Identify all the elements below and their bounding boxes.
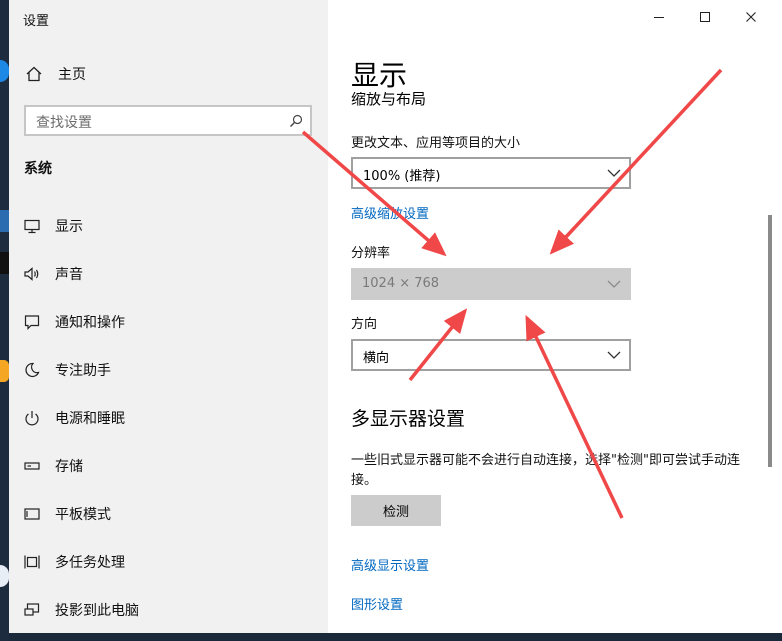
resolution-dropdown[interactable]: 1024 × 768 xyxy=(351,268,631,300)
sidebar-item-power-sleep[interactable]: 电源和睡眠 xyxy=(23,394,139,442)
sidebar-item-label: 多任务处理 xyxy=(55,555,125,571)
scale-value: 100% (推荐) xyxy=(363,169,441,184)
sidebar-item-label: 显示 xyxy=(55,219,83,235)
sidebar-item-label: 主页 xyxy=(58,67,86,83)
minimize-button[interactable] xyxy=(647,6,671,28)
detect-button[interactable]: 检测 xyxy=(351,495,441,526)
multitask-icon xyxy=(23,553,41,571)
search-input[interactable]: 查找设置 xyxy=(24,105,312,136)
sidebar-item-label: 存储 xyxy=(55,459,83,475)
orientation-label: 方向 xyxy=(351,317,378,332)
chevron-down-icon xyxy=(607,169,621,177)
desktop-app-icon xyxy=(0,60,9,82)
sidebar-item-project-to-pc[interactable]: 投影到此电脑 xyxy=(23,586,139,634)
sidebar-item-label: 通知和操作 xyxy=(55,315,125,331)
sidebar-item-label: 电源和睡眠 xyxy=(55,411,125,427)
multi-display-heading: 多显示器设置 xyxy=(351,408,466,430)
orientation-value: 横向 xyxy=(363,351,390,366)
scale-layout-heading-clipped: 缩放与布局 xyxy=(351,92,551,106)
storage-icon xyxy=(23,457,41,475)
search-placeholder: 查找设置 xyxy=(36,115,92,131)
sidebar-item-label: 平板模式 xyxy=(55,507,111,523)
sidebar-item-label: 声音 xyxy=(55,267,83,283)
scale-label: 更改文本、应用等项目的大小 xyxy=(351,136,521,151)
project-icon xyxy=(23,601,41,619)
resolution-value: 1024 × 768 xyxy=(362,276,440,291)
sidebar-item-display[interactable]: 显示 xyxy=(23,202,139,250)
sidebar-item-label: 专注助手 xyxy=(55,363,111,379)
sidebar-item-focus-assist[interactable]: 专注助手 xyxy=(23,346,139,394)
graphics-settings-link[interactable]: 图形设置 xyxy=(351,594,403,613)
tablet-icon xyxy=(23,505,41,523)
sidebar-item-notifications[interactable]: 通知和操作 xyxy=(23,298,139,346)
sidebar-item-sound[interactable]: 声音 xyxy=(23,250,139,298)
sidebar-nav-list: 显示 声音 通知和操作 专注助手 电源和睡眠 存储 平板模式 多任务处理 投影到… xyxy=(23,202,139,634)
advanced-display-link[interactable]: 高级显示设置 xyxy=(351,555,429,574)
advanced-scaling-link[interactable]: 高级缩放设置 xyxy=(351,203,429,222)
notification-icon xyxy=(23,313,41,331)
multi-display-description: 一些旧式显示器可能不会进行自动连接，选择"检测"即可尝试手动连接。 xyxy=(351,453,740,488)
sidebar-item-storage[interactable]: 存储 xyxy=(23,442,139,490)
power-icon xyxy=(23,409,41,427)
desktop-app-icon xyxy=(0,565,9,587)
speaker-icon xyxy=(23,265,41,283)
monitor-icon xyxy=(23,217,41,235)
window-title: 设置 xyxy=(23,14,50,29)
maximize-button[interactable] xyxy=(693,6,717,28)
desktop-app-icon xyxy=(0,360,9,382)
settings-window: 设置 主页 查找设置 系统 显示 声音 通知和操作 专注助手 电源和睡眠 存储 … xyxy=(9,0,782,633)
minimize-icon xyxy=(654,17,664,18)
close-button[interactable] xyxy=(739,6,763,28)
scrollbar[interactable] xyxy=(768,215,772,467)
page-title: 显示 xyxy=(351,59,408,92)
resolution-label: 分辨率 xyxy=(351,246,391,261)
desktop-background-strip xyxy=(0,0,9,641)
search-icon[interactable] xyxy=(289,114,303,128)
desktop-app-icon xyxy=(0,210,9,232)
sidebar-item-label: 投影到此电脑 xyxy=(55,603,139,619)
maximize-icon xyxy=(700,12,710,22)
chevron-down-icon xyxy=(607,351,621,359)
scale-layout-heading: 缩放与布局 xyxy=(351,92,427,106)
close-icon xyxy=(746,12,756,22)
desktop-app-icon xyxy=(0,252,9,274)
home-icon xyxy=(26,66,42,82)
sidebar-item-home[interactable]: 主页 xyxy=(25,60,86,88)
moon-icon xyxy=(23,361,41,379)
sidebar-section-title: 系统 xyxy=(24,161,52,177)
scale-dropdown[interactable]: 100% (推荐) xyxy=(351,157,631,189)
sidebar-item-tablet-mode[interactable]: 平板模式 xyxy=(23,490,139,538)
sidebar: 设置 主页 查找设置 系统 显示 声音 通知和操作 专注助手 电源和睡眠 存储 … xyxy=(9,0,328,633)
chevron-down-icon xyxy=(607,280,621,288)
orientation-dropdown[interactable]: 横向 xyxy=(351,339,631,371)
sidebar-item-multitasking[interactable]: 多任务处理 xyxy=(23,538,139,586)
